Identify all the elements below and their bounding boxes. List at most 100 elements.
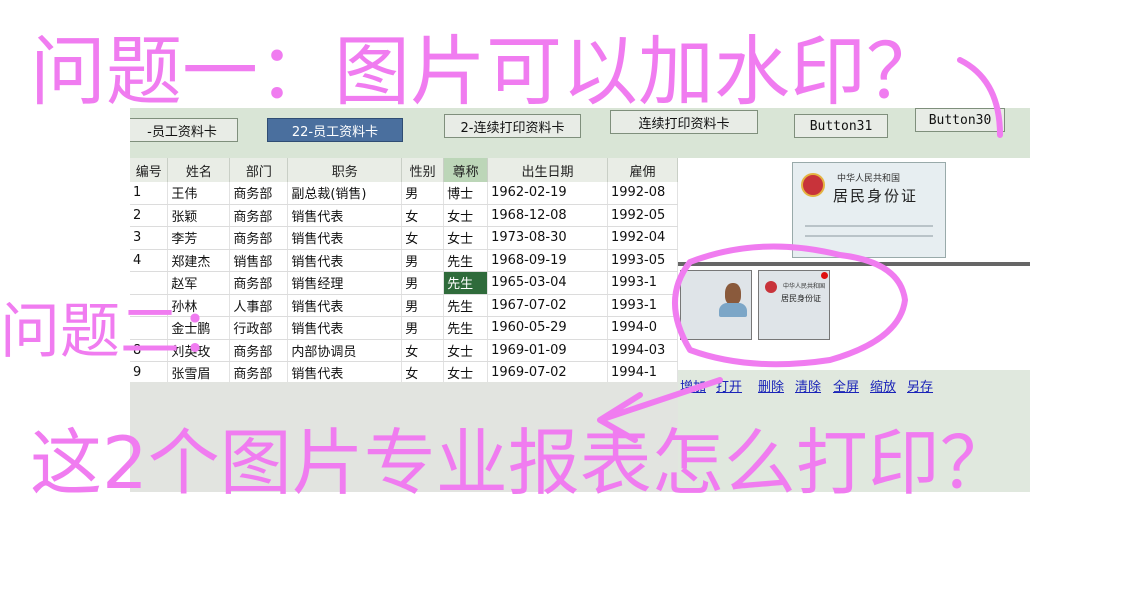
cell-gender[interactable]: 男 bbox=[401, 182, 445, 205]
column-header-gender[interactable]: 性别 bbox=[401, 158, 445, 182]
cell-id[interactable]: 4 bbox=[130, 249, 169, 272]
save-as-link[interactable]: 另存 bbox=[907, 376, 933, 395]
cell-title[interactable]: 销售代表 bbox=[287, 316, 403, 340]
cell-birthdate[interactable]: 1968-09-19 bbox=[487, 249, 608, 272]
column-header-name[interactable]: 姓名 bbox=[167, 158, 231, 182]
open-image-link[interactable]: 打开 bbox=[716, 376, 742, 395]
cell-gender[interactable]: 女 bbox=[401, 361, 445, 385]
cell-name[interactable]: 孙林 bbox=[167, 294, 231, 317]
cell-gender[interactable]: 男 bbox=[401, 316, 445, 340]
cell-courtesy[interactable]: 女士 bbox=[443, 339, 489, 362]
cell-id[interactable]: 2 bbox=[130, 204, 169, 227]
cell-gender[interactable]: 女 bbox=[401, 226, 445, 250]
cell-hiredate[interactable]: 1993-1 bbox=[607, 271, 679, 295]
cell-department[interactable]: 商务部 bbox=[229, 182, 289, 205]
cell-hiredate[interactable]: 1994-0 bbox=[607, 316, 679, 340]
table-row[interactable]: 金士鹏 行政部 销售代表男先生 1960-05-29 1994-0 bbox=[130, 316, 679, 340]
table-row[interactable]: 8 刘英玫 商务部 内部协调员女女士 1969-01-09 1994-03 bbox=[130, 339, 679, 362]
cell-department[interactable]: 商务部 bbox=[229, 339, 289, 362]
cell-title[interactable]: 副总裁(销售) bbox=[287, 182, 403, 205]
cell-birthdate[interactable]: 1969-01-09 bbox=[487, 339, 608, 362]
cell-courtesy[interactable]: 先生 bbox=[443, 249, 489, 272]
cell-department[interactable]: 商务部 bbox=[229, 361, 289, 385]
cell-department[interactable]: 人事部 bbox=[229, 294, 289, 317]
thumbnail-id-back[interactable]: 中华人民共和国 居民身份证 bbox=[758, 270, 830, 340]
cell-hiredate[interactable]: 1994-03 bbox=[607, 339, 679, 362]
id-card-image[interactable]: 中华人民共和国 居民身份证 bbox=[792, 162, 946, 258]
cell-courtesy[interactable]: 先生 bbox=[443, 316, 489, 340]
cell-id[interactable]: 3 bbox=[130, 226, 169, 250]
cell-hiredate[interactable]: 1993-05 bbox=[607, 249, 679, 272]
cell-department[interactable]: 商务部 bbox=[229, 271, 289, 295]
cell-birthdate[interactable]: 1965-03-04 bbox=[487, 271, 608, 295]
cell-birthdate[interactable]: 1973-08-30 bbox=[487, 226, 608, 250]
column-header-hiredate[interactable]: 雇佣 bbox=[607, 158, 679, 182]
cell-department[interactable]: 商务部 bbox=[229, 204, 289, 227]
cell-hiredate[interactable]: 1992-04 bbox=[607, 226, 679, 250]
cell-id[interactable]: 8 bbox=[130, 339, 169, 362]
cell-gender[interactable]: 女 bbox=[401, 339, 445, 362]
cell-department[interactable]: 销售部 bbox=[229, 249, 289, 272]
cell-courtesy[interactable]: 先生 bbox=[443, 294, 489, 317]
cell-hiredate[interactable]: 1994-1 bbox=[607, 361, 679, 385]
cell-gender[interactable]: 女 bbox=[401, 204, 445, 227]
cell-name[interactable]: 张雪眉 bbox=[167, 361, 231, 385]
cell-courtesy-selected[interactable]: 先生 bbox=[443, 271, 489, 295]
table-row[interactable]: 3 李芳 商务部 销售代表女女士 1973-08-30 1992-04 bbox=[130, 226, 679, 250]
cell-name[interactable]: 张颖 bbox=[167, 204, 231, 227]
cell-birthdate[interactable]: 1962-02-19 bbox=[487, 182, 608, 205]
cell-gender[interactable]: 男 bbox=[401, 294, 445, 317]
cell-title[interactable]: 销售代表 bbox=[287, 204, 403, 227]
cell-id[interactable]: 9 bbox=[130, 361, 169, 385]
cell-title[interactable]: 销售经理 bbox=[287, 271, 403, 295]
cell-title[interactable]: 内部协调员 bbox=[287, 339, 403, 362]
cell-courtesy[interactable]: 博士 bbox=[443, 182, 489, 205]
cell-title[interactable]: 销售代表 bbox=[287, 226, 403, 250]
table-row[interactable]: 9 张雪眉 商务部 销售代表女女士 1969-07-02 1994-1 bbox=[130, 361, 679, 385]
cell-birthdate[interactable]: 1960-05-29 bbox=[487, 316, 608, 340]
cell-hiredate[interactable]: 1992-08 bbox=[607, 182, 679, 205]
column-header-birthdate[interactable]: 出生日期 bbox=[487, 158, 608, 182]
column-header-title[interactable]: 职务 bbox=[287, 158, 403, 182]
cell-birthdate[interactable]: 1967-07-02 bbox=[487, 294, 608, 317]
cell-name[interactable]: 赵军 bbox=[167, 271, 231, 295]
cell-courtesy[interactable]: 女士 bbox=[443, 361, 489, 385]
cell-birthdate[interactable]: 1969-07-02 bbox=[487, 361, 608, 385]
cell-name[interactable]: 王伟 bbox=[167, 182, 231, 205]
table-row[interactable]: 4 郑建杰 销售部 销售代表男先生 1968-09-19 1993-05 bbox=[130, 249, 679, 272]
cell-title[interactable]: 销售代表 bbox=[287, 294, 403, 317]
button30[interactable]: Button30 bbox=[915, 108, 1005, 132]
cell-birthdate[interactable]: 1968-12-08 bbox=[487, 204, 608, 227]
cell-department[interactable]: 商务部 bbox=[229, 226, 289, 250]
thumbnail-id-front[interactable] bbox=[680, 270, 752, 340]
table-row[interactable]: 赵军 商务部 销售经理男先生 1965-03-04 1993-1 bbox=[130, 271, 679, 295]
cell-courtesy[interactable]: 女士 bbox=[443, 204, 489, 227]
table-row[interactable]: 孙林 人事部 销售代表男先生 1967-07-02 1993-1 bbox=[130, 294, 679, 317]
cell-id[interactable] bbox=[130, 271, 169, 295]
cell-courtesy[interactable]: 女士 bbox=[443, 226, 489, 250]
cell-name[interactable]: 李芳 bbox=[167, 226, 231, 250]
column-header-id[interactable]: 编号 bbox=[130, 158, 169, 182]
cell-hiredate[interactable]: 1992-05 bbox=[607, 204, 679, 227]
cell-id[interactable] bbox=[130, 294, 169, 317]
cell-name[interactable]: 金士鹏 bbox=[167, 316, 231, 340]
continuous-print-2-button[interactable]: 2-连续打印资料卡 bbox=[444, 114, 581, 138]
add-image-link[interactable]: 增加 bbox=[680, 376, 706, 395]
delete-image-link[interactable]: 删除 bbox=[758, 376, 784, 395]
cell-name[interactable]: 郑建杰 bbox=[167, 249, 231, 272]
fullscreen-link[interactable]: 全屏 bbox=[833, 376, 859, 395]
zoom-link[interactable]: 缩放 bbox=[870, 376, 896, 395]
column-header-courtesy[interactable]: 尊称 bbox=[443, 158, 489, 182]
cell-gender[interactable]: 男 bbox=[401, 249, 445, 272]
cell-id[interactable] bbox=[130, 316, 169, 340]
clear-image-link[interactable]: 清除 bbox=[795, 376, 821, 395]
column-header-department[interactable]: 部门 bbox=[229, 158, 289, 182]
table-row[interactable]: 2 张颖 商务部 销售代表女女士 1968-12-08 1992-05 bbox=[130, 204, 679, 227]
cell-name[interactable]: 刘英玫 bbox=[167, 339, 231, 362]
cell-id[interactable]: 1 bbox=[130, 182, 169, 205]
employee-card-button[interactable]: -员工资料卡 bbox=[130, 118, 238, 142]
continuous-print-button[interactable]: 连续打印资料卡 bbox=[610, 110, 758, 134]
employee-card-22-button[interactable]: 22-员工资料卡 bbox=[267, 118, 403, 142]
cell-department[interactable]: 行政部 bbox=[229, 316, 289, 340]
table-row[interactable]: 1 王伟 商务部 副总裁(销售) 男博士 1962-02-19 1992-08 bbox=[130, 182, 679, 205]
